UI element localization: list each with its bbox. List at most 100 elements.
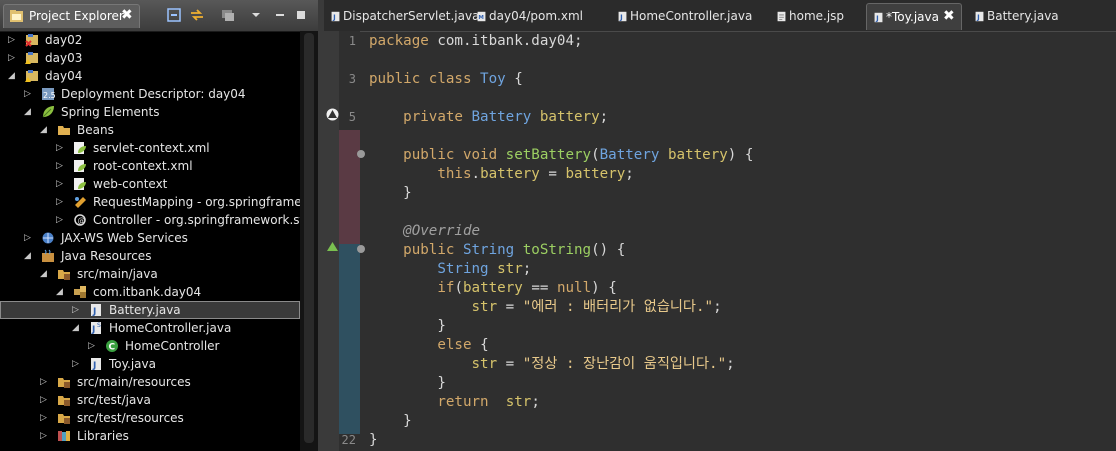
editor-tab-label: day04/pom.xml: [489, 9, 583, 23]
editor-tab[interactable]: J DispatcherServlet.java: [324, 3, 479, 30]
editor-tab[interactable]: J *Toy.java ✖: [866, 3, 962, 30]
tree-item[interactable]: ▷ src/main/resources: [0, 373, 300, 391]
tree-item[interactable]: ▷ src/test/java: [0, 391, 300, 409]
fold-toggle-icon[interactable]: [357, 150, 365, 158]
editor-tab[interactable]: Mday04/pom.xml: [470, 3, 605, 30]
code-token: ) {: [727, 147, 754, 163]
change-marker: [339, 415, 360, 434]
expanded-twisty-icon[interactable]: ◢: [24, 103, 34, 121]
tree-item[interactable]: ◢ J S HomeController.java: [0, 319, 300, 337]
link-with-editor-icon[interactable]: [189, 7, 205, 23]
code-line: private Battery battery;: [369, 108, 608, 127]
tree-item-label: Controller - org.springframework.stere: [93, 213, 300, 227]
expanded-twisty-icon[interactable]: ◢: [72, 319, 82, 337]
tree-item-label: HomeController: [125, 339, 220, 353]
collapsed-twisty-icon[interactable]: ▷: [40, 427, 50, 445]
fold-toggle-icon[interactable]: [357, 245, 365, 253]
collapsed-twisty-icon[interactable]: ▷: [24, 229, 34, 247]
collapsed-twisty-icon[interactable]: ▷: [56, 211, 66, 229]
code-editor[interactable]: package com.itbank.day04; public class To…: [360, 31, 1116, 451]
expanded-twisty-icon[interactable]: ◢: [40, 121, 50, 139]
expanded-twisty-icon[interactable]: ◢: [56, 283, 66, 301]
tree-item[interactable]: ▷ @ Controller - org.springframework.stere: [0, 211, 300, 229]
tree-item[interactable]: ▷ Libraries: [0, 427, 300, 445]
editor-tab-label: DispatcherServlet.java: [343, 9, 480, 23]
tree-item[interactable]: ▷ day03: [0, 49, 300, 67]
warning-marker-icon[interactable]: [326, 108, 339, 121]
code-token: }: [369, 185, 412, 201]
minimize-icon[interactable]: [272, 7, 288, 23]
close-icon[interactable]: ✖: [121, 7, 133, 23]
tree-item[interactable]: ▷ JAX-WS Web Services: [0, 229, 300, 247]
tree-item[interactable]: ▷ servlet-context.xml: [0, 139, 300, 157]
tree-item[interactable]: ◢ Spring Elements: [0, 103, 300, 121]
tree-item[interactable]: ◢ day04: [0, 67, 300, 85]
code-token: Toy: [480, 71, 515, 87]
tree-item[interactable]: ▷ C HomeController: [0, 337, 300, 355]
code-token: package: [369, 33, 438, 49]
collapsed-twisty-icon[interactable]: ▷: [8, 31, 18, 49]
java-file-icon: J: [617, 10, 628, 23]
editor-tab[interactable]: home.jsp: [770, 3, 860, 30]
view-menu-icon[interactable]: [248, 7, 264, 23]
collapsed-twisty-icon[interactable]: ▷: [72, 355, 82, 373]
tree-item[interactable]: ◢ com.itbank.day04: [0, 283, 300, 301]
close-icon[interactable]: ✖: [943, 8, 955, 24]
tree-item[interactable]: ▷ 2.5 Deployment Descriptor: day04: [0, 85, 300, 103]
collapsed-twisty-icon[interactable]: ▷: [8, 49, 18, 67]
override-marker-icon[interactable]: [326, 241, 339, 252]
scrollbar-thumb[interactable]: [304, 33, 314, 443]
change-marker: [339, 377, 360, 396]
project-explorer-title: Project Explorer: [29, 9, 124, 23]
tree-item-label: root-context.xml: [93, 159, 193, 173]
collapsed-twisty-icon[interactable]: ▷: [40, 409, 50, 427]
change-marker: [339, 168, 360, 187]
tree-item[interactable]: ▷ web-context: [0, 175, 300, 193]
collapsed-twisty-icon[interactable]: ▷: [72, 301, 82, 319]
code-token: public class: [369, 71, 481, 87]
collapsed-twisty-icon[interactable]: ▷: [88, 337, 98, 355]
editor-tab[interactable]: J HomeController.java: [611, 3, 763, 30]
controller-annotation-icon: @: [73, 213, 87, 227]
collapsed-twisty-icon[interactable]: ▷: [56, 193, 66, 211]
maximize-icon[interactable]: [293, 7, 309, 23]
code-token: private: [403, 109, 472, 125]
collapsed-twisty-icon[interactable]: ▷: [56, 175, 66, 193]
collapsed-twisty-icon[interactable]: ▷: [56, 139, 66, 157]
code-token: String: [462, 242, 523, 258]
project-warning-icon: [25, 51, 39, 65]
jsp-file-icon: [776, 10, 787, 23]
collapsed-twisty-icon[interactable]: ▷: [24, 85, 34, 103]
code-token: this: [437, 166, 472, 182]
tree-item[interactable]: ▷ RequestMapping - org.springframework: [0, 193, 300, 211]
editor-tab[interactable]: J Battery.java: [968, 3, 1068, 30]
source-folder-icon: [57, 375, 71, 389]
tree-item[interactable]: ◢ Beans: [0, 121, 300, 139]
tree-item[interactable]: ▷ root-context.xml: [0, 157, 300, 175]
tree-item-label: src/main/resources: [77, 375, 191, 389]
tree-item[interactable]: ▷ J Battery.java: [0, 301, 300, 319]
tree-item-label: web-context: [93, 177, 168, 191]
line-number: 3: [348, 72, 356, 86]
project-explorer-tab[interactable]: Project Explorer ✖: [3, 4, 140, 28]
tree-item[interactable]: ▷ day02: [0, 31, 300, 49]
focus-workspace-icon[interactable]: [220, 7, 236, 23]
editor-tab-label: Battery.java: [987, 9, 1059, 23]
code-token: =: [539, 166, 566, 182]
tree-item[interactable]: ◢ src/main/java: [0, 265, 300, 283]
collapsed-twisty-icon[interactable]: ▷: [40, 373, 50, 391]
tree-item[interactable]: ▷ src/test/resources: [0, 409, 300, 427]
explorer-scrollbar[interactable]: [300, 31, 318, 451]
tree-item[interactable]: ◢ Java Resources: [0, 247, 300, 265]
collapsed-twisty-icon[interactable]: ▷: [40, 391, 50, 409]
expanded-twisty-icon[interactable]: ◢: [40, 265, 50, 283]
tree-item[interactable]: ▷ J Toy.java: [0, 355, 300, 373]
collapse-all-icon[interactable]: [166, 7, 182, 23]
expanded-twisty-icon[interactable]: ◢: [24, 247, 34, 265]
expanded-twisty-icon[interactable]: ◢: [8, 67, 18, 85]
code-token: else: [437, 337, 481, 353]
collapsed-twisty-icon[interactable]: ▷: [56, 157, 66, 175]
